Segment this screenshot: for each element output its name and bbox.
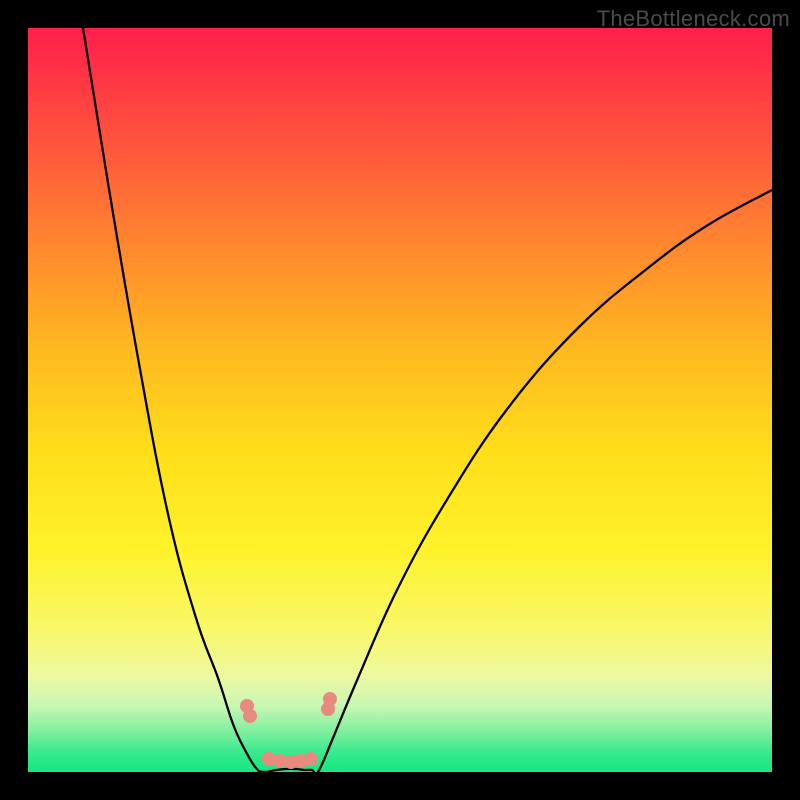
highlight-dot <box>323 692 337 706</box>
bottleneck-curve <box>28 28 772 772</box>
chart-area <box>28 28 772 772</box>
highlight-dot <box>304 752 318 766</box>
highlight-dot <box>243 709 257 723</box>
curve-path <box>83 28 772 774</box>
highlight-dots <box>240 692 337 769</box>
